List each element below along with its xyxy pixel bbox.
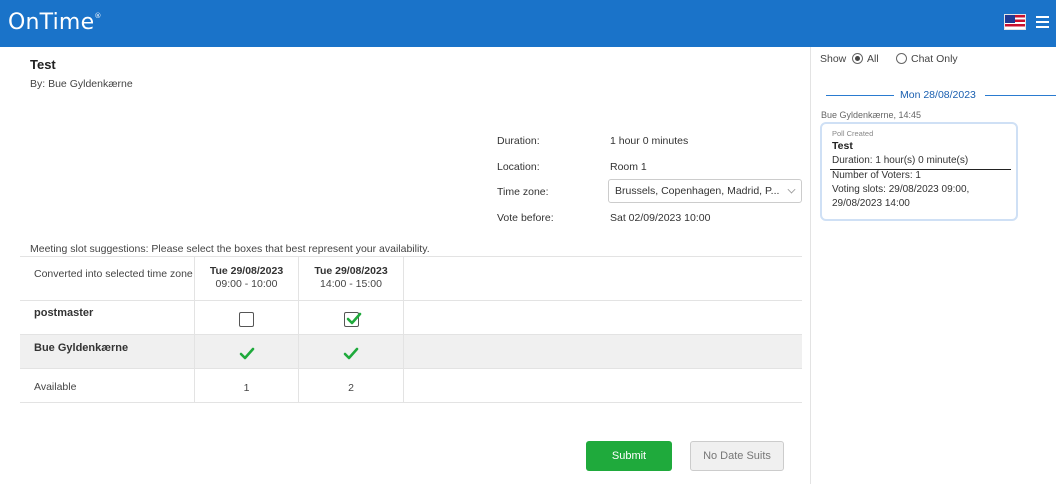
check-icon	[343, 347, 359, 359]
filter-all-radio[interactable]	[852, 53, 863, 64]
meeting-title: Test	[30, 57, 56, 72]
slot-date: Tue 29/08/2023	[209, 265, 284, 277]
message-duration: Duration: 1 hour(s) 0 minute(s)	[832, 155, 969, 166]
timezone-conversion-label: Converted into selected time zone	[34, 268, 193, 280]
divider	[20, 256, 802, 257]
submit-button[interactable]: Submit	[586, 441, 672, 471]
duration-label: Duration:	[497, 135, 540, 147]
chevron-down-icon	[787, 185, 796, 194]
sidebar-divider	[810, 47, 811, 484]
slot-time: 09:00 - 10:00	[215, 278, 278, 290]
message-slots: Voting slots: 29/08/2023 09:00,	[832, 184, 970, 195]
vote-checkbox-slot-1[interactable]	[239, 311, 254, 327]
slot-time: 14:00 - 15:00	[320, 278, 382, 290]
slot-instruction: Meeting slot suggestions: Please select …	[30, 243, 430, 255]
message-voters: Number of Voters: 1	[832, 170, 921, 181]
filter-all-label[interactable]: All	[867, 53, 879, 65]
vote-cell	[195, 342, 298, 364]
vote-cell	[299, 342, 403, 364]
date-separator-line	[985, 95, 1056, 96]
timezone-selected-value: Brussels, Copenhagen, Madrid, P...	[615, 185, 780, 197]
message-slots-cont: 29/08/2023 14:00	[832, 198, 910, 209]
vote-checkbox-slot-2[interactable]	[343, 311, 361, 327]
vote-cell	[299, 308, 403, 330]
slot-header-1: Tue 29/08/2023 09:00 - 10:00	[195, 262, 298, 294]
show-filter-label: Show	[820, 53, 847, 65]
vote-before-value: Sat 02/09/2023 10:00	[610, 212, 711, 224]
message-type: Poll Created	[832, 129, 874, 138]
participant-name: Bue Gyldenkærne	[34, 342, 129, 354]
slot-header-2: Tue 29/08/2023 14:00 - 15:00	[299, 262, 403, 294]
top-bar: OnTime®	[0, 0, 1056, 47]
chat-message-meta: Bue Gyldenkærne, 14:45	[821, 110, 922, 120]
timezone-label: Time zone:	[497, 186, 549, 198]
app-logo[interactable]: OnTime®	[8, 10, 102, 35]
timezone-select[interactable]: Brussels, Copenhagen, Madrid, P...	[608, 179, 802, 203]
vote-before-label: Vote before:	[497, 212, 554, 224]
available-label: Available	[34, 381, 77, 393]
chat-message-bubble: Poll Created Test Duration: 1 hour(s) 0 …	[820, 122, 1018, 221]
meeting-author: By: Bue Gyldenkærne	[30, 78, 133, 90]
slot-date: Tue 29/08/2023	[314, 265, 388, 277]
vote-cell	[195, 308, 298, 330]
hamburger-menu-icon[interactable]	[1036, 16, 1049, 28]
check-icon	[239, 347, 254, 359]
duration-value: 1 hour 0 minutes	[610, 135, 689, 147]
filter-chat-only-label[interactable]: Chat Only	[911, 53, 958, 65]
highlighted-row-background	[20, 334, 802, 368]
available-count-slot-1: 1	[243, 382, 250, 394]
check-icon	[346, 312, 361, 324]
chat-date-separator: Mon 28/08/2023	[900, 89, 976, 101]
location-label: Location:	[497, 161, 540, 173]
location-value: Room 1	[610, 161, 647, 173]
date-separator-line	[826, 95, 894, 96]
message-title: Test	[832, 140, 853, 152]
filter-chat-only-radio[interactable]	[896, 53, 907, 64]
us-flag-icon[interactable]	[1004, 14, 1026, 30]
available-count-slot-2: 2	[348, 382, 354, 394]
no-date-suits-button[interactable]: No Date Suits	[690, 441, 784, 471]
participant-name: postmaster	[34, 307, 94, 319]
